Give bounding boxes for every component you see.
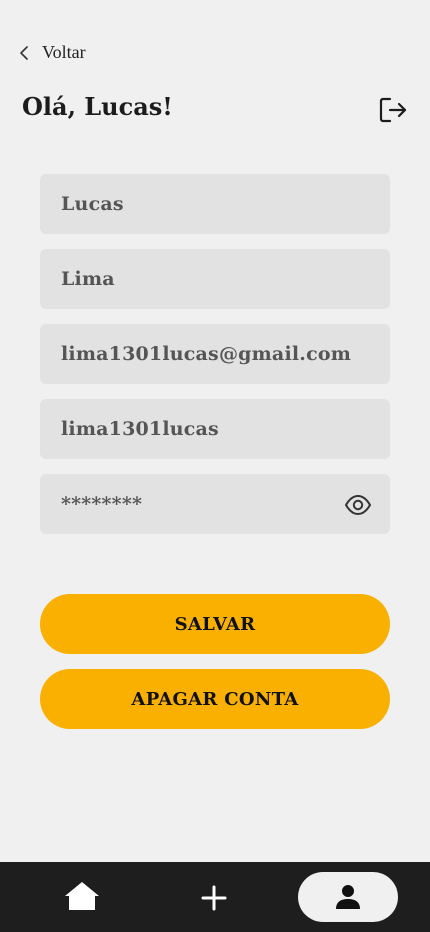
password-value: ******** (61, 493, 143, 515)
back-label: Voltar (42, 42, 86, 62)
page-title: Olá, Lucas! (22, 92, 173, 121)
last-name-field[interactable]: Lima (40, 249, 390, 309)
email-value: lima1301lucas@gmail.com (61, 343, 352, 365)
bottom-navbar (0, 862, 430, 932)
save-button[interactable]: SALVAR (40, 594, 390, 654)
last-name-value: Lima (61, 268, 115, 290)
logout-icon[interactable] (378, 95, 408, 125)
username-field[interactable]: lima1301lucas (40, 399, 390, 459)
home-icon (65, 882, 99, 910)
password-field[interactable]: ******** (40, 474, 390, 534)
nav-add[interactable] (196, 880, 232, 916)
nav-profile[interactable] (298, 872, 398, 922)
nav-home[interactable] (62, 880, 102, 914)
username-value: lima1301lucas (61, 418, 219, 440)
delete-account-button[interactable]: APAGAR CONTA (40, 669, 390, 729)
email-field[interactable]: lima1301lucas@gmail.com (40, 324, 390, 384)
first-name-value: Lucas (61, 193, 124, 215)
user-icon (336, 885, 360, 909)
back-button[interactable]: Voltar (18, 42, 86, 63)
first-name-field[interactable]: Lucas (40, 174, 390, 234)
profile-form: Lucas Lima lima1301lucas@gmail.com lima1… (40, 174, 390, 549)
plus-icon (201, 885, 227, 911)
chevron-left-icon (20, 45, 28, 60)
eye-icon[interactable] (344, 491, 372, 519)
